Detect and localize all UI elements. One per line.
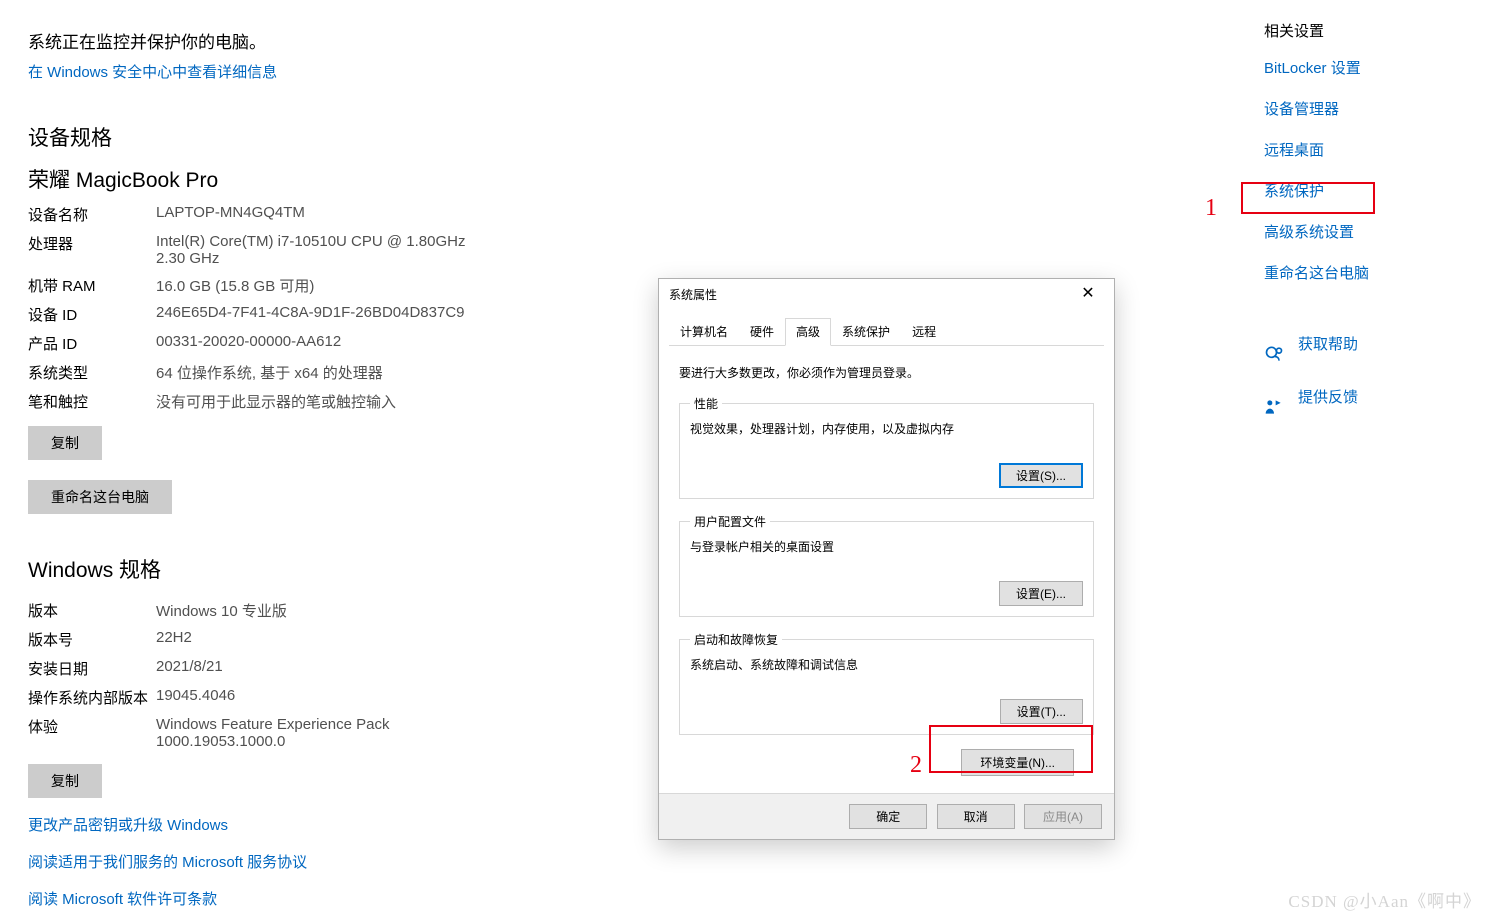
startup-recovery-legend: 启动和故障恢复 bbox=[690, 631, 782, 648]
close-icon[interactable]: ✕ bbox=[1068, 285, 1108, 303]
feedback-icon bbox=[1264, 397, 1284, 417]
label-edition: 版本 bbox=[28, 596, 156, 625]
device-spec-heading: 设备规格 bbox=[28, 122, 648, 152]
device-manager-link[interactable]: 设备管理器 bbox=[1264, 98, 1464, 119]
user-profile-settings-button[interactable]: 设置(E)... bbox=[999, 581, 1083, 606]
system-properties-dialog: 系统属性 ✕ 计算机名 硬件 高级 系统保护 远程 要进行大多数更改，你必须作为… bbox=[658, 278, 1115, 840]
related-settings-heading: 相关设置 bbox=[1264, 20, 1464, 41]
help-icon bbox=[1264, 344, 1284, 364]
cancel-button[interactable]: 取消 bbox=[937, 804, 1015, 829]
protection-status: 系统正在监控并保护你的电脑。 bbox=[28, 28, 648, 53]
value-ram: 16.0 GB (15.8 GB 可用) bbox=[156, 271, 476, 300]
admin-note: 要进行大多数更改，你必须作为管理员登录。 bbox=[679, 364, 1094, 381]
system-protection-link[interactable]: 系统保护 bbox=[1264, 180, 1464, 201]
label-experience: 体验 bbox=[28, 712, 156, 754]
give-feedback-link[interactable]: 提供反馈 bbox=[1298, 386, 1358, 407]
value-edition: Windows 10 专业版 bbox=[156, 596, 416, 625]
dialog-title: 系统属性 bbox=[669, 286, 1068, 303]
label-version: 版本号 bbox=[28, 625, 156, 654]
label-ram: 机带 RAM bbox=[28, 271, 156, 300]
services-agreement-link[interactable]: 阅读适用于我们服务的 Microsoft 服务协议 bbox=[28, 851, 648, 872]
tab-hardware[interactable]: 硬件 bbox=[739, 318, 785, 346]
performance-legend: 性能 bbox=[690, 395, 722, 412]
windows-spec-table: 版本Windows 10 专业版 版本号22H2 安装日期2021/8/21 操… bbox=[28, 596, 416, 754]
rename-pc-button[interactable]: 重命名这台电脑 bbox=[28, 480, 172, 514]
device-product-name: 荣耀 MagicBook Pro bbox=[28, 164, 648, 194]
performance-settings-button[interactable]: 设置(S)... bbox=[999, 463, 1083, 488]
rename-pc-link[interactable]: 重命名这台电脑 bbox=[1264, 262, 1464, 283]
value-product-id: 00331-20020-00000-AA612 bbox=[156, 329, 476, 358]
value-version: 22H2 bbox=[156, 625, 416, 654]
value-system-type: 64 位操作系统, 基于 x64 的处理器 bbox=[156, 358, 476, 387]
performance-desc: 视觉效果，处理器计划，内存使用，以及虚拟内存 bbox=[690, 420, 1083, 437]
remote-desktop-link[interactable]: 远程桌面 bbox=[1264, 139, 1464, 160]
annotation-label-2: 2 bbox=[910, 752, 922, 779]
value-install-date: 2021/8/21 bbox=[156, 654, 416, 683]
change-product-key-link[interactable]: 更改产品密钥或升级 Windows bbox=[28, 814, 648, 835]
value-device-id: 246E65D4-7F41-4C8A-9D1F-26BD04D837C9 bbox=[156, 300, 476, 329]
startup-recovery-group: 启动和故障恢复 系统启动、系统故障和调试信息 设置(T)... bbox=[679, 631, 1094, 735]
value-experience: Windows Feature Experience Pack 1000.190… bbox=[156, 712, 416, 754]
windows-spec-heading: Windows 规格 bbox=[28, 554, 648, 584]
copy-windows-spec-button[interactable]: 复制 bbox=[28, 764, 102, 798]
advanced-system-settings-link[interactable]: 高级系统设置 bbox=[1264, 221, 1464, 242]
bitlocker-link[interactable]: BitLocker 设置 bbox=[1264, 57, 1464, 78]
label-pen-touch: 笔和触控 bbox=[28, 387, 156, 416]
label-device-id: 设备 ID bbox=[28, 300, 156, 329]
value-cpu: Intel(R) Core(TM) i7-10510U CPU @ 1.80GH… bbox=[156, 229, 476, 271]
apply-button[interactable]: 应用(A) bbox=[1024, 804, 1102, 829]
label-install-date: 安装日期 bbox=[28, 654, 156, 683]
tab-computer-name[interactable]: 计算机名 bbox=[669, 318, 739, 346]
tab-system-protection[interactable]: 系统保护 bbox=[831, 318, 901, 346]
performance-group: 性能 视觉效果，处理器计划，内存使用，以及虚拟内存 设置(S)... bbox=[679, 395, 1094, 499]
security-center-link[interactable]: 在 Windows 安全中心中查看详细信息 bbox=[28, 61, 277, 82]
user-profile-desc: 与登录帐户相关的桌面设置 bbox=[690, 538, 1083, 555]
label-device-name: 设备名称 bbox=[28, 200, 156, 229]
annotation-label-1: 1 bbox=[1205, 195, 1217, 222]
get-help-link[interactable]: 获取帮助 bbox=[1298, 333, 1358, 354]
value-device-name: LAPTOP-MN4GQ4TM bbox=[156, 200, 476, 229]
value-pen-touch: 没有可用于此显示器的笔或触控输入 bbox=[156, 387, 476, 416]
tab-remote[interactable]: 远程 bbox=[901, 318, 947, 346]
startup-recovery-settings-button[interactable]: 设置(T)... bbox=[1000, 699, 1083, 724]
label-system-type: 系统类型 bbox=[28, 358, 156, 387]
label-product-id: 产品 ID bbox=[28, 329, 156, 358]
user-profile-legend: 用户配置文件 bbox=[690, 513, 770, 530]
ok-button[interactable]: 确定 bbox=[849, 804, 927, 829]
copy-device-spec-button[interactable]: 复制 bbox=[28, 426, 102, 460]
label-cpu: 处理器 bbox=[28, 229, 156, 271]
startup-recovery-desc: 系统启动、系统故障和调试信息 bbox=[690, 656, 1083, 673]
watermark: CSDN @小Aan《啊中》 bbox=[1288, 887, 1481, 912]
license-terms-link[interactable]: 阅读 Microsoft 软件许可条款 bbox=[28, 888, 648, 909]
value-build: 19045.4046 bbox=[156, 683, 416, 712]
device-spec-table: 设备名称LAPTOP-MN4GQ4TM 处理器Intel(R) Core(TM)… bbox=[28, 200, 476, 416]
user-profile-group: 用户配置文件 与登录帐户相关的桌面设置 设置(E)... bbox=[679, 513, 1094, 617]
environment-variables-button[interactable]: 环境变量(N)... bbox=[961, 749, 1074, 776]
label-build: 操作系统内部版本 bbox=[28, 683, 156, 712]
tab-advanced[interactable]: 高级 bbox=[785, 318, 831, 346]
